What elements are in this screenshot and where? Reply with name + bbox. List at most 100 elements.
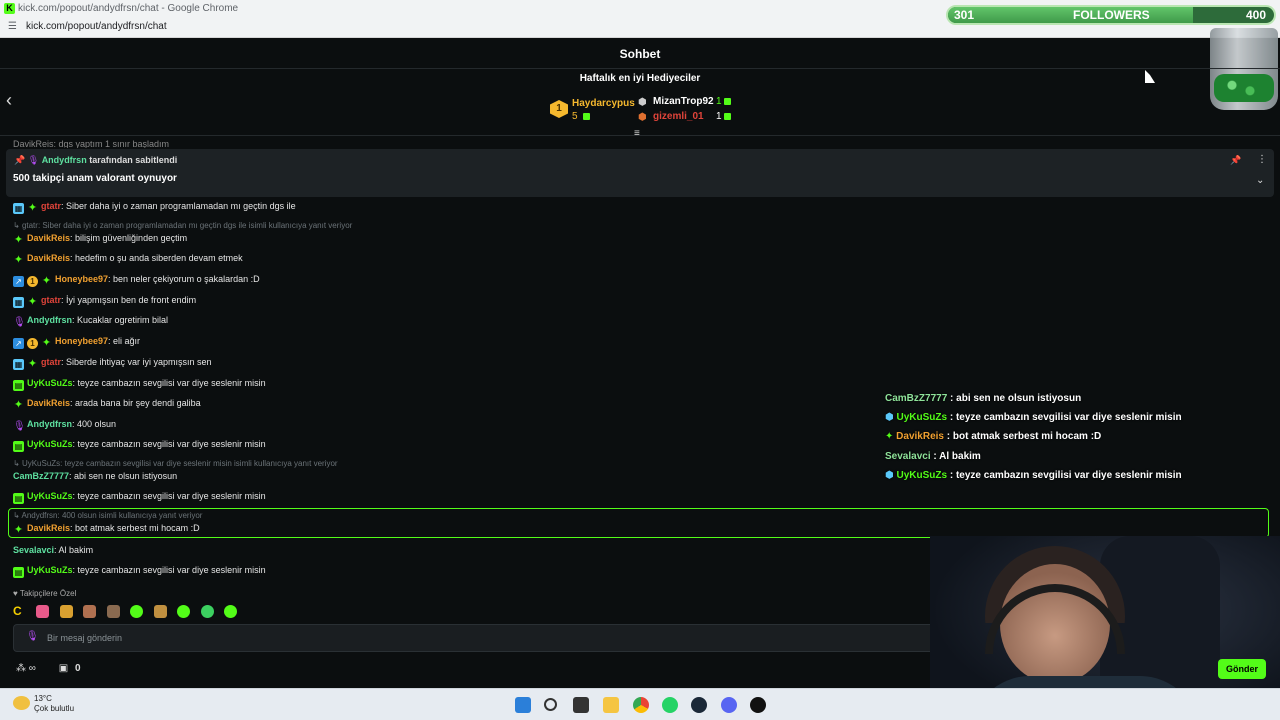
og-badge-icon: ↗ bbox=[13, 338, 24, 349]
weather-temp: 13°C bbox=[34, 694, 52, 703]
weather-widget[interactable]: 13°C Çok bulutlu bbox=[34, 694, 74, 714]
unpin-icon[interactable]: 📌 bbox=[1230, 155, 1241, 166]
emote-icon[interactable] bbox=[59, 605, 73, 619]
pinned-message[interactable]: 📌 🎙 Andydfrsn tarafından sabitlendi 500 … bbox=[6, 149, 1274, 197]
overlay-text: : bot atmak serbest mi hocam :D bbox=[943, 431, 1102, 442]
chat-username[interactable]: UyKuSuZs bbox=[27, 439, 73, 449]
chat-username[interactable]: Andydfrsn bbox=[27, 419, 72, 429]
chat-username[interactable]: DavikReis bbox=[27, 523, 70, 533]
discord-icon[interactable] bbox=[721, 697, 737, 713]
pinned-by-user[interactable]: Andydfrsn bbox=[42, 155, 87, 165]
chat-text: : teyze cambazın sevgilisi var diye sesl… bbox=[72, 439, 266, 449]
emote-icon[interactable]: C bbox=[13, 605, 26, 618]
chat-username[interactable]: DavikReis bbox=[27, 398, 70, 408]
file-explorer-icon[interactable] bbox=[603, 697, 619, 713]
chat-username[interactable]: Honeybee97 bbox=[55, 336, 108, 346]
site-info-icon[interactable]: ☰ bbox=[8, 22, 19, 32]
chat-username[interactable]: Andydfrsn bbox=[27, 315, 72, 325]
chat-text: : teyze cambazın sevgilisi var diye sesl… bbox=[72, 491, 266, 501]
chat-message: ▦ ✦ gtatr: Siberde ihtiyaç var iyi yapmışs… bbox=[13, 356, 212, 370]
gifter-name[interactable]: gizemli_01 bbox=[653, 111, 704, 122]
send-button[interactable]: Gönder bbox=[1218, 659, 1266, 679]
emote-icon[interactable] bbox=[106, 605, 120, 619]
top-gifters-panel: ‹ Haftalık en iyi Hediyeciler 1 Haydarcy… bbox=[0, 70, 1280, 139]
emote-icon[interactable] bbox=[153, 605, 167, 619]
diamond-badge-icon: ✦ bbox=[27, 202, 38, 214]
chat-input-placeholder[interactable]: Bir mesaj gönderin bbox=[47, 633, 122, 643]
obs-icon[interactable] bbox=[750, 697, 766, 713]
diamond-badge-icon: ✦ bbox=[13, 524, 24, 536]
chat-username[interactable]: gtatr bbox=[41, 357, 61, 367]
overlay-username: UyKuSuZs bbox=[896, 412, 948, 423]
chat-message: ▦ ✦ gtatr: İyi yapmışsın ben de front endi… bbox=[13, 294, 196, 308]
chat-message: ▤ UyKuSuZs: teyze cambazın sevgilisi var … bbox=[13, 564, 266, 578]
chat-username[interactable]: gtatr bbox=[41, 295, 61, 305]
steam-icon[interactable] bbox=[691, 697, 707, 713]
chat-username[interactable]: UyKuSuZs bbox=[27, 491, 73, 501]
reply-text: Andydfrsn: 400 olsun isimli kullanıcıya … bbox=[21, 511, 203, 520]
reply-context: ↳ Andydfrsn: 400 olsun isimli kullanıcıy… bbox=[13, 511, 203, 520]
top-gifter-name[interactable]: Haydarcypus bbox=[572, 98, 635, 109]
emote-icon[interactable] bbox=[200, 605, 214, 619]
chevron-left-icon[interactable]: ‹ bbox=[6, 90, 12, 111]
chevron-down-icon[interactable]: ⌄ bbox=[1256, 175, 1264, 186]
emote-icon[interactable] bbox=[224, 605, 238, 619]
search-icon[interactable] bbox=[544, 698, 557, 711]
chat-message: ↗ 1 ✦ Honeybee97: eli ağır bbox=[13, 335, 140, 349]
chat-username[interactable]: gtatr bbox=[41, 201, 61, 211]
chat-text: : Siber daha iyi o zaman programlamadan … bbox=[61, 201, 296, 211]
chat-message: 🎙Andydfrsn: 400 olsun bbox=[13, 418, 116, 432]
gift-box-icon[interactable]: ▣ bbox=[59, 663, 68, 674]
overlay-message: CamBzZ7777 : abi sen ne olsun istiyosun bbox=[885, 393, 1081, 404]
emote-icon[interactable] bbox=[130, 605, 144, 619]
windows-start-icon[interactable] bbox=[515, 697, 531, 713]
followers-progress-fill bbox=[948, 7, 1193, 23]
followers-only-text: Takipçilere Özel bbox=[19, 589, 77, 598]
chat-username[interactable]: DavikReis bbox=[27, 233, 70, 243]
task-view-icon[interactable] bbox=[573, 697, 589, 713]
overlay-message: Sevalavci : Al bakim bbox=[885, 451, 981, 462]
gift-icon bbox=[724, 98, 731, 105]
chat-text: : Siberde ihtiyaç var iyi yapmışsın sen bbox=[61, 357, 212, 367]
followers-current: 301 bbox=[954, 8, 975, 22]
overlay-text: : Al bakim bbox=[930, 451, 981, 462]
diamond-badge-icon: ✦ bbox=[41, 337, 52, 349]
diamond-badge-icon: ✦ bbox=[41, 275, 52, 287]
diamond-badge-icon: ✦ bbox=[13, 234, 24, 246]
overlay-message: ⬢ UyKuSuZs : teyze cambazın sevgilisi va… bbox=[885, 470, 1182, 481]
emote-icon[interactable] bbox=[177, 605, 191, 619]
emote-icon[interactable] bbox=[36, 605, 50, 619]
chat-text: : Al bakim bbox=[54, 545, 94, 555]
expand-list-icon[interactable]: ≡ bbox=[634, 128, 640, 139]
gifter-count: 1 bbox=[716, 111, 722, 122]
overlay-text: : abi sen ne olsun istiyosun bbox=[947, 393, 1082, 404]
chat-username[interactable]: Sevalavci bbox=[13, 545, 54, 555]
chat-username[interactable]: DavikReis bbox=[27, 253, 70, 263]
chat-username[interactable]: Honeybee97 bbox=[55, 274, 108, 284]
followers-label: FOLLOWERS bbox=[1073, 8, 1150, 22]
silver-medal-icon: ⬢ bbox=[638, 97, 647, 108]
weather-cloud-icon[interactable] bbox=[13, 696, 30, 710]
overlay-username: DavikReis bbox=[896, 431, 944, 442]
chat-message: ▤ UyKuSuZs: teyze cambazın sevgilisi var … bbox=[13, 377, 266, 391]
chat-message: ✦ DavikReis: hedefim o şu anda siberden d… bbox=[13, 252, 243, 266]
connections-icon[interactable]: ⁂ ∞ bbox=[16, 663, 36, 674]
gift-icon bbox=[724, 113, 731, 120]
pin-icon: 📌 bbox=[14, 155, 26, 165]
chat-message: ↗ 1 ✦ Honeybee97: ben neler çekiyorum o şak… bbox=[13, 273, 260, 287]
chat-username[interactable]: UyKuSuZs bbox=[27, 565, 73, 575]
chat-text: : 400 olsun bbox=[72, 419, 117, 429]
windows-taskbar: 13°C Çok bulutlu bbox=[0, 688, 1280, 720]
chrome-icon[interactable] bbox=[633, 697, 649, 713]
emote-picker-row: C bbox=[13, 603, 243, 621]
chat-username[interactable]: UyKuSuZs bbox=[27, 378, 73, 388]
bot-badge-icon: ⬢ bbox=[885, 470, 894, 481]
more-options-icon[interactable]: ⋮ bbox=[1257, 154, 1267, 165]
bronze-medal-icon: ⬢ bbox=[638, 112, 647, 123]
emote-icon[interactable] bbox=[83, 605, 97, 619]
gifter-name[interactable]: MizanTrop92 bbox=[653, 96, 714, 107]
url-text[interactable]: kick.com/popout/andydfrsn/chat bbox=[26, 21, 167, 32]
subscriber-badge-icon: ▤ bbox=[13, 441, 24, 452]
chat-username[interactable]: CamBzZ7777 bbox=[13, 471, 69, 481]
whatsapp-icon[interactable] bbox=[662, 697, 678, 713]
